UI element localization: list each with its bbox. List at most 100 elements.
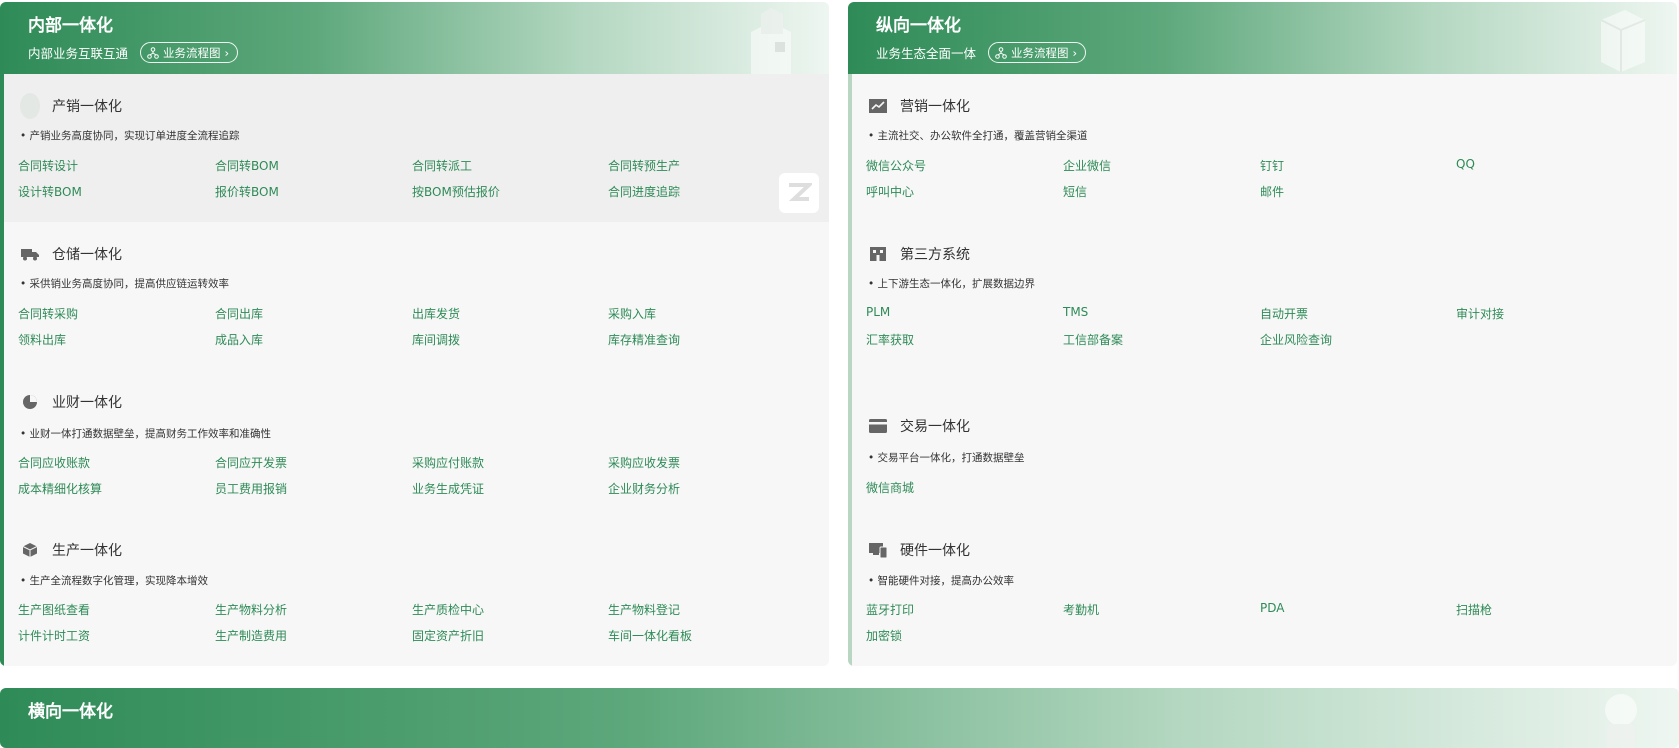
link-item[interactable]: 库存精准查询 bbox=[608, 331, 680, 348]
link-item[interactable]: PDA bbox=[1260, 601, 1284, 615]
devices-icon bbox=[868, 540, 888, 560]
pie-chart-icon bbox=[20, 392, 40, 412]
link-item[interactable]: 汇率获取 bbox=[866, 331, 914, 348]
link-item[interactable]: 合同进度追踪 bbox=[608, 183, 680, 200]
card-icon bbox=[868, 416, 888, 436]
link-item[interactable]: 固定资产折旧 bbox=[412, 627, 484, 644]
link-item[interactable]: 生产图纸查看 bbox=[18, 601, 90, 618]
link-item[interactable]: 设计转BOM bbox=[18, 183, 82, 200]
section-desc: • 生产全流程数字化管理，实现降本增效 bbox=[20, 575, 209, 587]
truck-icon bbox=[20, 244, 40, 264]
section-business-finance: 业财一体化 • 业财一体打通数据壁垒，提高财务工作效率和准确性 合同应收账款 合… bbox=[4, 370, 829, 518]
flow-chart-icon bbox=[147, 46, 159, 59]
vertical-integration-panel: 纵向一体化 业务生态全面一体 业务流程图 › 营销一体化 • 主流社交、办公软件… bbox=[848, 2, 1677, 666]
link-item[interactable]: 按BOM预估报价 bbox=[412, 183, 500, 200]
link-item[interactable]: 考勤机 bbox=[1063, 601, 1099, 618]
section-title: 硬件一体化 bbox=[900, 543, 970, 559]
link-item[interactable]: QQ bbox=[1456, 157, 1475, 171]
link-item[interactable]: 成品入库 bbox=[215, 331, 263, 348]
link-item[interactable]: 扫描枪 bbox=[1456, 601, 1492, 618]
decorative-robot-icon bbox=[1605, 694, 1637, 748]
section-title: 仓储一体化 bbox=[52, 247, 122, 263]
section-hardware: 硬件一体化 • 智能硬件对接，提高办公效率 蓝牙打印 考勤机 PDA 扫描枪 加… bbox=[852, 518, 1677, 666]
link-item[interactable]: 短信 bbox=[1063, 183, 1087, 200]
link-item[interactable]: 采购入库 bbox=[608, 305, 656, 322]
section-title: 营销一体化 bbox=[900, 99, 970, 115]
link-item[interactable]: 生产制造费用 bbox=[215, 627, 287, 644]
flow-chart-label: 业务流程图 bbox=[163, 45, 221, 60]
link-item[interactable]: 领料出库 bbox=[18, 331, 66, 348]
horizontal-integration-panel: 横向一体化 bbox=[0, 688, 1679, 748]
link-item[interactable]: 成本精细化核算 bbox=[18, 480, 102, 497]
link-item[interactable]: 钉钉 bbox=[1260, 157, 1284, 174]
link-item[interactable]: 生产物料登记 bbox=[608, 601, 680, 618]
section-title: 交易一体化 bbox=[900, 419, 970, 435]
link-item[interactable]: 微信公众号 bbox=[866, 157, 926, 174]
link-item[interactable]: 采购应收发票 bbox=[608, 454, 680, 471]
link-item[interactable]: 合同转BOM bbox=[215, 157, 279, 174]
link-item[interactable]: 加密锁 bbox=[866, 627, 902, 644]
flow-chart-icon bbox=[995, 46, 1007, 59]
link-item[interactable]: 合同转设计 bbox=[18, 157, 78, 174]
link-item[interactable]: 呼叫中心 bbox=[866, 183, 914, 200]
internal-integration-panel: 内部一体化 内部业务互联互通 业务流程图 › 产销一体化 • 产销业务高度协同，… bbox=[0, 2, 829, 666]
panel-header: 纵向一体化 业务生态全面一体 业务流程图 › bbox=[848, 2, 1677, 74]
link-item[interactable]: 邮件 bbox=[1260, 183, 1284, 200]
link-item[interactable]: 报价转BOM bbox=[215, 183, 279, 200]
link-item[interactable]: 企业财务分析 bbox=[608, 480, 680, 497]
section-desc: • 采供销业务高度协同，提高供应链运转效率 bbox=[20, 278, 230, 290]
link-item[interactable]: 生产质检中心 bbox=[412, 601, 484, 618]
link-item[interactable]: TMS bbox=[1063, 305, 1088, 319]
link-item[interactable]: 审计对接 bbox=[1456, 305, 1504, 322]
link-item[interactable]: 微信商城 bbox=[866, 479, 914, 496]
link-item[interactable]: 采购应付账款 bbox=[412, 454, 484, 471]
link-item[interactable]: 业务生成凭证 bbox=[412, 480, 484, 497]
link-item[interactable]: 合同应收账款 bbox=[18, 454, 90, 471]
link-item[interactable]: 合同转派工 bbox=[412, 157, 472, 174]
panel-subtitle: 业务生态全面一体 bbox=[876, 46, 977, 61]
link-item[interactable]: 企业微信 bbox=[1063, 157, 1111, 174]
chevron-right-icon: › bbox=[224, 45, 230, 60]
panel-header: 横向一体化 bbox=[0, 688, 1679, 748]
panel-title: 横向一体化 bbox=[28, 702, 113, 722]
section-title: 业财一体化 bbox=[52, 395, 122, 411]
link-item[interactable]: 自动开票 bbox=[1260, 305, 1308, 322]
section-marketing: 营销一体化 • 主流社交、办公软件全打通，覆盖营销全渠道 微信公众号 企业微信 … bbox=[852, 74, 1677, 222]
link-item[interactable]: 合同转采购 bbox=[18, 305, 78, 322]
circle-placeholder-icon bbox=[20, 93, 40, 119]
panel-header: 内部一体化 内部业务互联互通 业务流程图 › bbox=[0, 2, 829, 74]
link-item[interactable]: 出库发货 bbox=[412, 305, 460, 322]
z-logo-icon[interactable] bbox=[779, 173, 819, 213]
chevron-right-icon: › bbox=[1072, 45, 1078, 60]
line-chart-icon bbox=[868, 96, 888, 116]
section-desc: • 上下游生态一体化，扩展数据边界 bbox=[868, 278, 1036, 290]
link-item[interactable]: 生产物料分析 bbox=[215, 601, 287, 618]
flow-chart-button[interactable]: 业务流程图 › bbox=[140, 42, 239, 63]
section-warehouse: 仓储一体化 • 采供销业务高度协同，提高供应链运转效率 合同转采购 合同出库 出… bbox=[4, 222, 829, 370]
section-desc: • 交易平台一体化，打通数据壁垒 bbox=[868, 452, 1025, 464]
link-item[interactable]: 库间调拨 bbox=[412, 331, 460, 348]
link-item[interactable]: 合同应开发票 bbox=[215, 454, 287, 471]
building-icon bbox=[868, 244, 888, 264]
link-item[interactable]: 合同转预生产 bbox=[608, 157, 680, 174]
section-title: 第三方系统 bbox=[900, 247, 970, 263]
link-item[interactable]: 工信部备案 bbox=[1063, 331, 1123, 348]
link-item[interactable]: 合同出库 bbox=[215, 305, 263, 322]
section-production: 生产一体化 • 生产全流程数字化管理，实现降本增效 生产图纸查看 生产物料分析 … bbox=[4, 518, 829, 666]
section-sales-production: 产销一体化 • 产销业务高度协同，实现订单进度全流程追踪 合同转设计 合同转BO… bbox=[4, 74, 829, 222]
link-item[interactable]: 计件计时工资 bbox=[18, 627, 90, 644]
link-item[interactable]: 车间一体化看板 bbox=[608, 627, 692, 644]
flow-chart-button[interactable]: 业务流程图 › bbox=[988, 42, 1087, 63]
link-item[interactable]: 员工费用报销 bbox=[215, 480, 287, 497]
section-desc: • 产销业务高度协同，实现订单进度全流程追踪 bbox=[20, 130, 240, 142]
link-item[interactable]: 蓝牙打印 bbox=[866, 601, 914, 618]
section-third-party: 第三方系统 • 上下游生态一体化，扩展数据边界 PLM TMS 自动开票 审计对… bbox=[852, 222, 1677, 370]
link-item[interactable]: 企业风险查询 bbox=[1260, 331, 1332, 348]
section-desc: • 主流社交、办公软件全打通，覆盖营销全渠道 bbox=[868, 130, 1088, 142]
section-title: 生产一体化 bbox=[52, 543, 122, 559]
decorative-building-icon bbox=[751, 8, 791, 74]
panel-subtitle: 内部业务互联互通 bbox=[28, 46, 129, 61]
section-desc: • 智能硬件对接，提高办公效率 bbox=[868, 575, 1015, 587]
link-item[interactable]: PLM bbox=[866, 305, 890, 319]
flow-chart-label: 业务流程图 bbox=[1011, 45, 1069, 60]
